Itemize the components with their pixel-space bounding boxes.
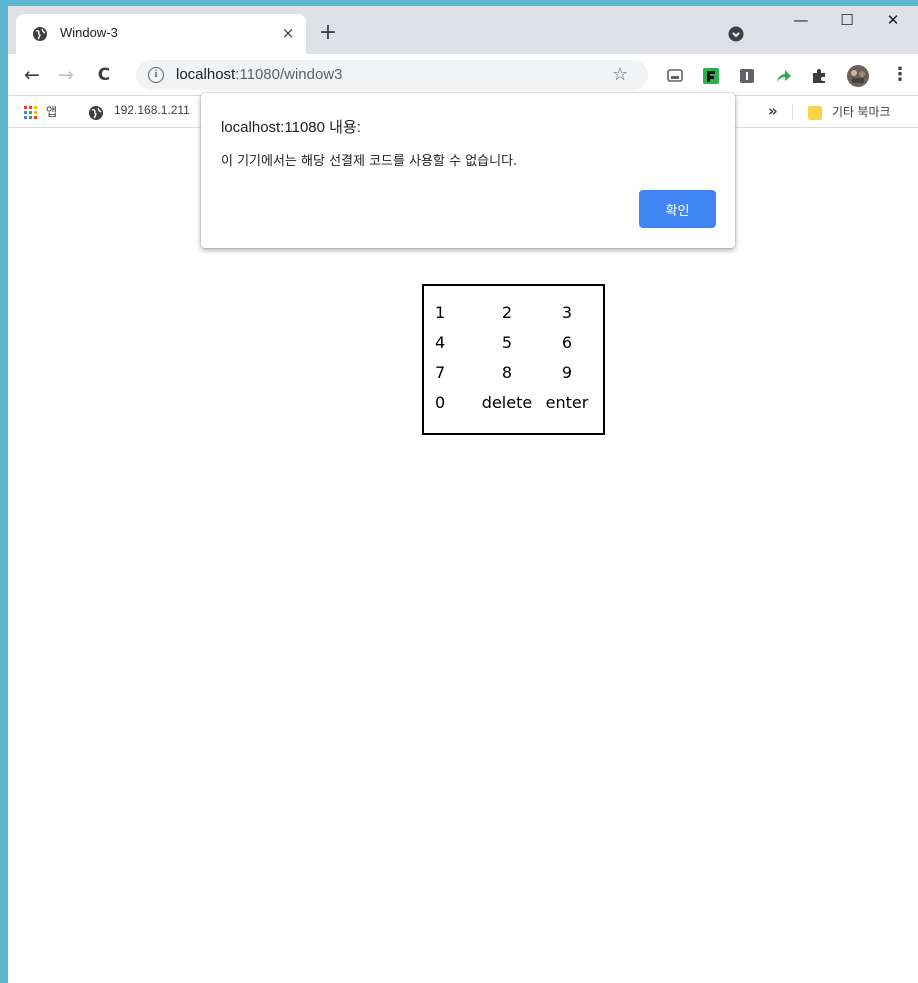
keypad-row: 0 delete enter — [435, 391, 597, 421]
keypad-key[interactable]: delete — [477, 391, 537, 421]
alert-dialog: localhost:11080 내용: 이 기기에서는 해당 선결제 코드를 사… — [201, 93, 735, 248]
globe-icon — [89, 106, 103, 120]
keypad-row: 123 — [435, 301, 597, 331]
keypad-row: 789 — [435, 361, 597, 391]
reload-button[interactable]: C — [90, 62, 118, 90]
globe-icon — [33, 27, 47, 41]
address-bar[interactable]: i localhost:11080/window3 ☆ — [136, 60, 648, 90]
keypad-key[interactable]: 5 — [477, 331, 537, 361]
apps-grid-icon[interactable] — [24, 106, 38, 120]
bookmark-apps[interactable]: 앱 — [46, 103, 57, 120]
keypad-key[interactable]: 6 — [537, 331, 597, 361]
dialog-message: 이 기기에서는 해당 선결제 코드를 사용할 수 없습니다. — [221, 154, 518, 169]
keypad: 1 2 3 4 5 6 7 8 9 0 delete enter — [422, 284, 605, 435]
folder-icon — [808, 106, 822, 120]
more-bookmarks-button[interactable]: » — [768, 102, 778, 120]
keypad-key[interactable]: 9 — [537, 361, 597, 391]
info-icon[interactable]: i — [148, 67, 164, 83]
share-icon[interactable] — [774, 67, 792, 85]
bookmark-star-icon[interactable]: ☆ — [612, 64, 628, 85]
forward-button[interactable]: → — [52, 62, 80, 90]
keypad-key[interactable]: 8 — [477, 361, 537, 391]
keypad-key[interactable]: 3 — [537, 301, 597, 331]
browser-window: Window-3 × + — ☐ ✕ ← → C i localhost:110… — [8, 6, 918, 983]
close-window-button[interactable]: ✕ — [870, 6, 916, 36]
keypad-key[interactable]: 7 — [435, 361, 477, 391]
keypad-row: 456 — [435, 331, 597, 361]
tab-strip: Window-3 × + — ☐ ✕ — [8, 6, 918, 54]
toolbar: ← → C i localhost:11080/window3 ☆ ⋮ — [8, 54, 918, 96]
bookmark-other[interactable]: 기타 북마크 — [832, 103, 891, 120]
url-host: localhost — [176, 66, 236, 83]
bookmark-ip[interactable]: 192.168.1.211 — [114, 103, 190, 117]
ok-button[interactable]: 확인 — [639, 190, 716, 228]
tab-search-icon[interactable] — [728, 26, 744, 42]
puzzle-icon[interactable] — [810, 67, 828, 85]
keypad-key[interactable]: 4 — [435, 331, 477, 361]
keypad-grid: 1 2 3 4 5 6 7 8 9 0 delete enter — [435, 301, 597, 421]
maximize-button[interactable]: ☐ — [824, 6, 870, 36]
tab-window-3[interactable]: Window-3 × — [16, 14, 306, 54]
page-content: 1 2 3 4 5 6 7 8 9 0 delete enter — [8, 129, 918, 983]
feedly-icon[interactable] — [702, 67, 720, 85]
minimize-button[interactable]: — — [778, 6, 824, 36]
back-button[interactable]: ← — [18, 62, 46, 90]
reader-icon[interactable] — [738, 67, 756, 85]
menu-icon[interactable]: ⋮ — [886, 62, 914, 90]
close-tab-icon[interactable]: × — [278, 23, 298, 43]
keypad-key[interactable]: 0 — [435, 391, 477, 421]
avatar[interactable] — [846, 64, 870, 88]
url-path: :11080/window3 — [235, 66, 343, 83]
keypad-key[interactable]: 2 — [477, 301, 537, 331]
keypad-key[interactable]: 1 — [435, 301, 477, 331]
cast-icon[interactable] — [666, 67, 684, 85]
new-tab-button[interactable]: + — [314, 20, 342, 48]
keypad-key[interactable]: enter — [537, 391, 597, 421]
divider — [792, 104, 793, 120]
dialog-title: localhost:11080 내용: — [221, 119, 361, 136]
url-text: localhost:11080/window3 — [176, 66, 343, 83]
tab-title: Window-3 — [60, 25, 118, 40]
